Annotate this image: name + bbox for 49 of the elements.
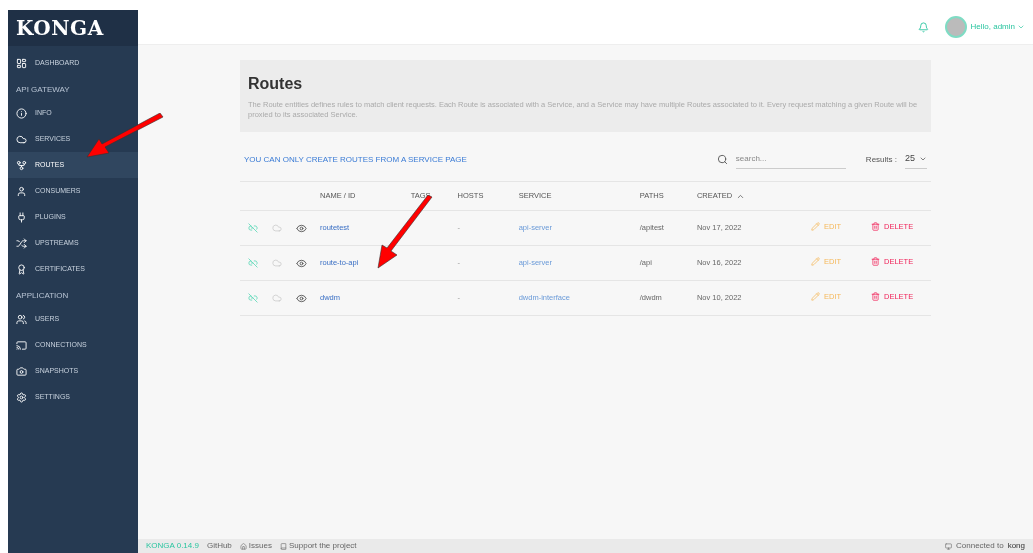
avatar[interactable] xyxy=(944,16,967,38)
search-field[interactable]: search... xyxy=(735,150,846,169)
settings-icon xyxy=(16,391,27,403)
cast-icon xyxy=(16,339,27,351)
camera-icon xyxy=(16,365,27,377)
results-select[interactable]: 25 xyxy=(905,150,927,169)
info-icon xyxy=(16,107,27,119)
cloud-icon[interactable] xyxy=(272,258,282,268)
link-off-icon[interactable] xyxy=(248,258,258,268)
footer-link[interactable]: Issues xyxy=(239,540,272,552)
users-icon xyxy=(16,313,27,325)
section-header: API GATEWAY xyxy=(15,84,71,96)
version-label: KONGA 0.14.9 xyxy=(146,540,199,552)
pencil-icon xyxy=(811,292,820,302)
certificate-icon xyxy=(16,263,27,275)
caret-icon xyxy=(1017,23,1025,31)
trash-icon xyxy=(871,257,880,267)
logo: KONGA xyxy=(8,10,138,46)
book-icon xyxy=(279,542,287,550)
user-icon xyxy=(16,185,27,197)
cloud-icon xyxy=(16,133,27,145)
link-off-icon[interactable] xyxy=(248,293,258,303)
monitor-icon xyxy=(945,542,953,550)
footer-link[interactable]: GitHub xyxy=(206,540,232,552)
shuffle-icon xyxy=(16,237,27,249)
pencil-icon xyxy=(811,222,820,232)
search-icon xyxy=(716,154,728,165)
bell-icon[interactable] xyxy=(917,21,929,33)
connection-name: kong xyxy=(1007,540,1025,552)
results-label: Results : xyxy=(865,153,897,166)
connection-status: Connected to xyxy=(956,540,1004,552)
footer-link[interactable]: Support the project xyxy=(279,540,357,552)
page-title: Routes xyxy=(248,74,304,94)
dashboard-icon xyxy=(16,57,27,69)
eye-icon[interactable] xyxy=(296,292,307,304)
home-icon xyxy=(239,542,247,550)
fork-icon xyxy=(16,159,27,171)
plug-icon xyxy=(16,211,27,223)
link-off-icon[interactable] xyxy=(248,223,258,233)
trash-icon xyxy=(871,292,880,302)
caret-icon xyxy=(919,155,927,163)
trash-icon xyxy=(871,222,880,232)
section-header: APPLICATION xyxy=(15,290,70,302)
eye-icon[interactable] xyxy=(296,222,307,234)
pencil-icon xyxy=(811,257,820,267)
create-notice: YOU CAN ONLY CREATE ROUTES FROM A SERVICE PAGE xyxy=(244,153,467,166)
eye-icon[interactable] xyxy=(296,257,307,269)
cloud-icon[interactable] xyxy=(272,293,282,303)
cloud-icon[interactable] xyxy=(272,223,282,233)
